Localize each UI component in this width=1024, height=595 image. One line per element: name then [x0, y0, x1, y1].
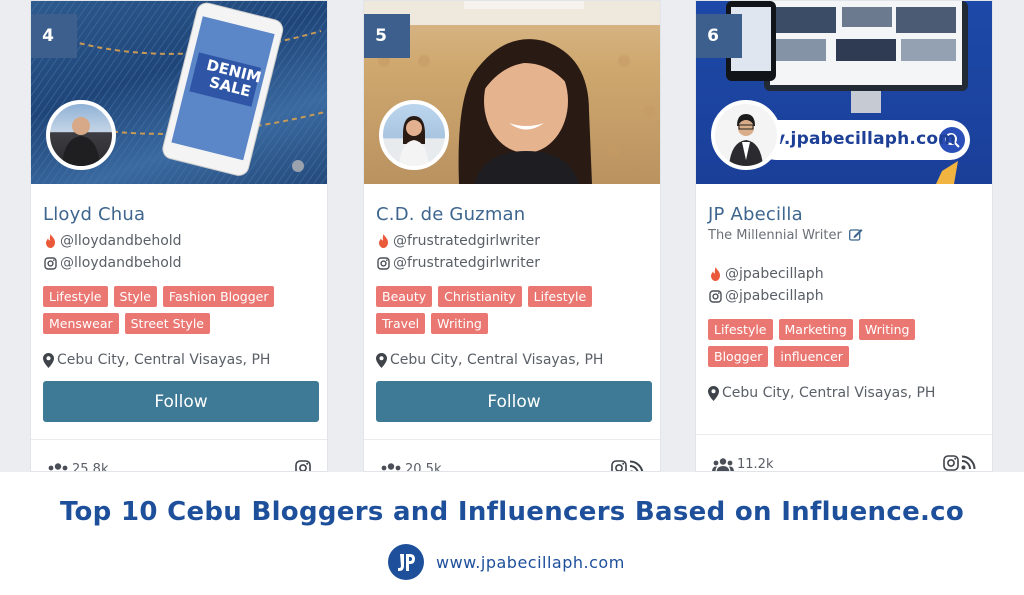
avatar[interactable]	[46, 100, 116, 170]
rank-badge: 5	[364, 14, 410, 58]
followers-count: 25.8k	[47, 454, 108, 471]
instagram-handle[interactable]: @frustratedgirlwriter	[376, 252, 648, 274]
site-url[interactable]: www.jpabecillaph.com	[436, 553, 625, 572]
instagram-icon[interactable]	[611, 459, 627, 471]
tag[interactable]: Christianity	[438, 286, 522, 307]
jp-logo-icon	[388, 544, 424, 580]
site-link[interactable]: www.jpabecillaph.com	[388, 544, 625, 580]
tag[interactable]: Writing	[858, 319, 916, 340]
tag[interactable]: Lifestyle	[527, 286, 593, 307]
social-links	[611, 454, 644, 471]
avatar[interactable]	[379, 100, 449, 170]
social-links	[295, 454, 311, 471]
social-links	[943, 449, 976, 472]
location: Cebu City, Central Visayas, PH	[43, 352, 315, 368]
tag[interactable]: Style	[113, 286, 157, 307]
tag[interactable]: Fashion Blogger	[162, 286, 275, 307]
card-stats: 20.5k	[364, 439, 660, 471]
followers-count: 20.5k	[380, 454, 441, 471]
instagram-handle[interactable]: @jpabecillaph	[708, 285, 980, 307]
rank-badge: 6	[696, 14, 742, 58]
rss-icon[interactable]	[961, 455, 976, 471]
tag[interactable]: Menswear	[43, 313, 119, 334]
flame-icon	[708, 267, 723, 281]
tag[interactable]: Writing	[431, 313, 488, 334]
card-stats: 25.8k	[31, 439, 327, 471]
rank-badge: 4	[31, 14, 77, 58]
person-avatar-illustration	[399, 116, 429, 166]
flame-icon	[43, 234, 58, 248]
users-icon	[712, 457, 734, 471]
follow-button[interactable]: Follow	[43, 381, 319, 422]
person-avatar-illustration	[62, 117, 100, 166]
tag-list: Beauty Christianity Lifestyle Travel Wri…	[376, 286, 636, 334]
cover-image: 5	[364, 1, 660, 184]
instagram-icon	[708, 289, 723, 303]
flame-icon	[376, 234, 391, 248]
influencer-name[interactable]: Lloyd Chua	[43, 204, 315, 225]
location: Cebu City, Central Visayas, PH	[708, 385, 980, 401]
followers-count: 11.2k	[712, 449, 773, 471]
users-icon	[380, 462, 402, 471]
tag[interactable]: Lifestyle	[708, 319, 773, 340]
rss-icon[interactable]	[629, 460, 644, 471]
users-icon	[47, 462, 69, 471]
map-pin-icon	[376, 352, 387, 368]
tag[interactable]: Beauty	[376, 286, 433, 307]
instagram-icon[interactable]	[943, 454, 959, 472]
tag[interactable]: Marketing	[778, 319, 853, 340]
instagram-icon[interactable]	[295, 459, 311, 471]
banner-headline: Top 10 Cebu Bloggers and Influencers Bas…	[59, 497, 965, 527]
avatar[interactable]	[711, 100, 781, 170]
influence-handle[interactable]: @frustratedgirlwriter	[376, 230, 648, 252]
tag[interactable]: influencer	[774, 346, 849, 367]
instagram-icon	[43, 256, 58, 270]
influencer-card: v.jpabecillaph.com 6 JP Abecilla The Mil…	[695, 0, 993, 472]
footer-banner: Top 10 Cebu Bloggers and Influencers Bas…	[0, 472, 1024, 595]
influencer-name[interactable]: JP Abecilla	[708, 204, 980, 225]
card-stats: 11.2k	[696, 434, 992, 472]
tagline: The Millennial Writer	[708, 228, 980, 245]
influence-handle[interactable]: @jpabecillaph	[708, 263, 980, 285]
person-avatar-illustration	[729, 114, 763, 166]
tag[interactable]: Street Style	[124, 313, 210, 334]
tag[interactable]: Lifestyle	[43, 286, 108, 307]
influencer-card: DENIM SALE 4 Lloyd Chua @lloydandbehold	[30, 0, 328, 472]
tag-list: Lifestyle Marketing Writing Blogger infl…	[708, 319, 968, 367]
cover-image: v.jpabecillaph.com 6	[696, 1, 992, 184]
cover-site-text: v.jpabecillaph.com	[774, 129, 957, 149]
location: Cebu City, Central Visayas, PH	[376, 352, 648, 368]
influencer-cards-area: DENIM SALE 4 Lloyd Chua @lloydandbehold	[0, 0, 1024, 472]
edit-icon[interactable]	[849, 228, 863, 245]
tag[interactable]: Blogger	[708, 346, 769, 367]
map-pin-icon	[708, 385, 719, 401]
instagram-handle[interactable]: @lloydandbehold	[43, 252, 315, 274]
tag[interactable]: Travel	[376, 313, 426, 334]
influence-handle[interactable]: @lloydandbehold	[43, 230, 315, 252]
map-pin-icon	[43, 352, 54, 368]
follow-button[interactable]: Follow	[376, 381, 652, 422]
instagram-icon	[376, 256, 391, 270]
influencer-name[interactable]: C.D. de Guzman	[376, 204, 648, 225]
cover-image: DENIM SALE 4	[31, 1, 327, 184]
influencer-card: 5 C.D. de Guzman @frustratedgirlwriter @…	[363, 0, 661, 472]
tag-list: Lifestyle Style Fashion Blogger Menswear…	[43, 286, 303, 334]
